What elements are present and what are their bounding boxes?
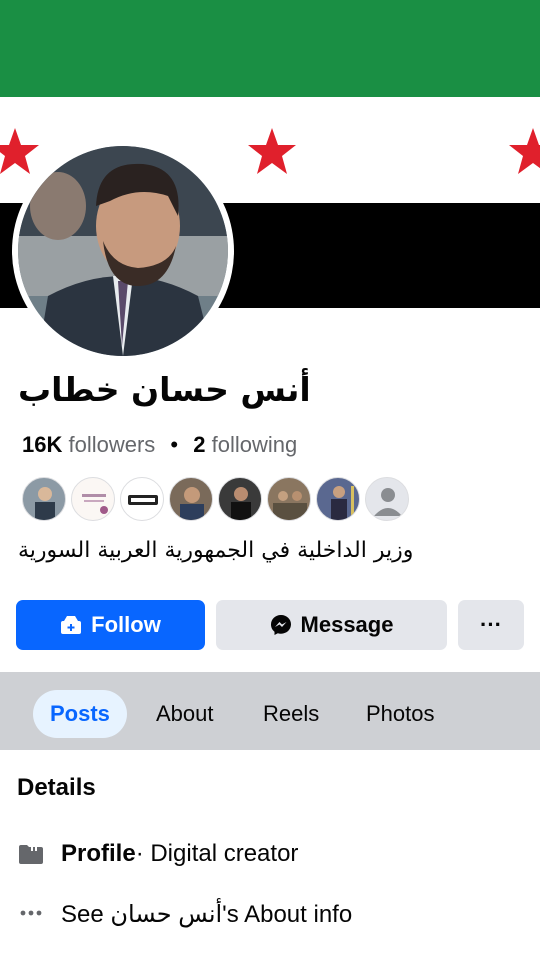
profile-category: · Digital creator — [135, 840, 299, 867]
friend-avatar[interactable] — [218, 477, 262, 521]
follow-stats: 16K followers • 2 following — [22, 432, 297, 458]
message-button[interactable]: Message — [216, 600, 447, 650]
friend-avatar[interactable] — [316, 477, 360, 521]
avatar-photo — [18, 146, 228, 356]
dots-icon — [17, 910, 45, 920]
tab-about[interactable]: About — [156, 690, 214, 738]
more-options-button[interactable]: ··· — [458, 600, 524, 650]
default-avatar-icon[interactable] — [365, 477, 409, 521]
red-star-icon — [509, 128, 540, 174]
profile-bio: وزير الداخلية في الجمهورية العربية السور… — [18, 538, 414, 563]
followers-count[interactable]: 16K — [22, 432, 62, 457]
friend-avatar[interactable] — [169, 477, 213, 521]
tab-reels[interactable]: Reels — [263, 690, 319, 738]
profile-name: أنس حسان خطاب — [18, 370, 311, 409]
follow-label: Follow — [91, 612, 161, 637]
red-star-icon — [248, 128, 296, 174]
friend-avatar[interactable] — [22, 477, 66, 521]
profile-category-row: Profile · Digital creator — [17, 840, 298, 868]
profile-avatar[interactable] — [12, 140, 234, 362]
details-heading: Details — [17, 774, 96, 801]
profile-label: Profile — [61, 840, 136, 867]
follow-button[interactable]: Follow — [16, 600, 205, 650]
friend-avatar[interactable] — [120, 477, 164, 521]
followers-label[interactable]: followers — [68, 432, 155, 457]
profile-card-icon — [17, 843, 45, 865]
tab-photos[interactable]: Photos — [366, 690, 435, 738]
tab-posts[interactable]: Posts — [33, 690, 127, 738]
red-star-icon — [0, 128, 39, 174]
separator-dot: • — [170, 432, 179, 457]
follow-icon — [61, 616, 82, 634]
about-info-link[interactable]: See أنس حسان's About info — [61, 900, 352, 929]
friend-avatar[interactable] — [267, 477, 311, 521]
more-icon: ··· — [480, 612, 502, 637]
flag-green-stripe — [0, 0, 540, 97]
message-label: Message — [300, 612, 394, 637]
following-label[interactable]: following — [212, 432, 298, 457]
messenger-icon — [270, 615, 291, 635]
about-info-row[interactable]: See أنس حسان's About info — [17, 900, 352, 929]
following-count[interactable]: 2 — [193, 432, 205, 457]
mutual-friends-row[interactable] — [22, 477, 409, 521]
friend-avatar[interactable] — [71, 477, 115, 521]
profile-tabs: Posts About Reels Photos — [0, 672, 540, 750]
